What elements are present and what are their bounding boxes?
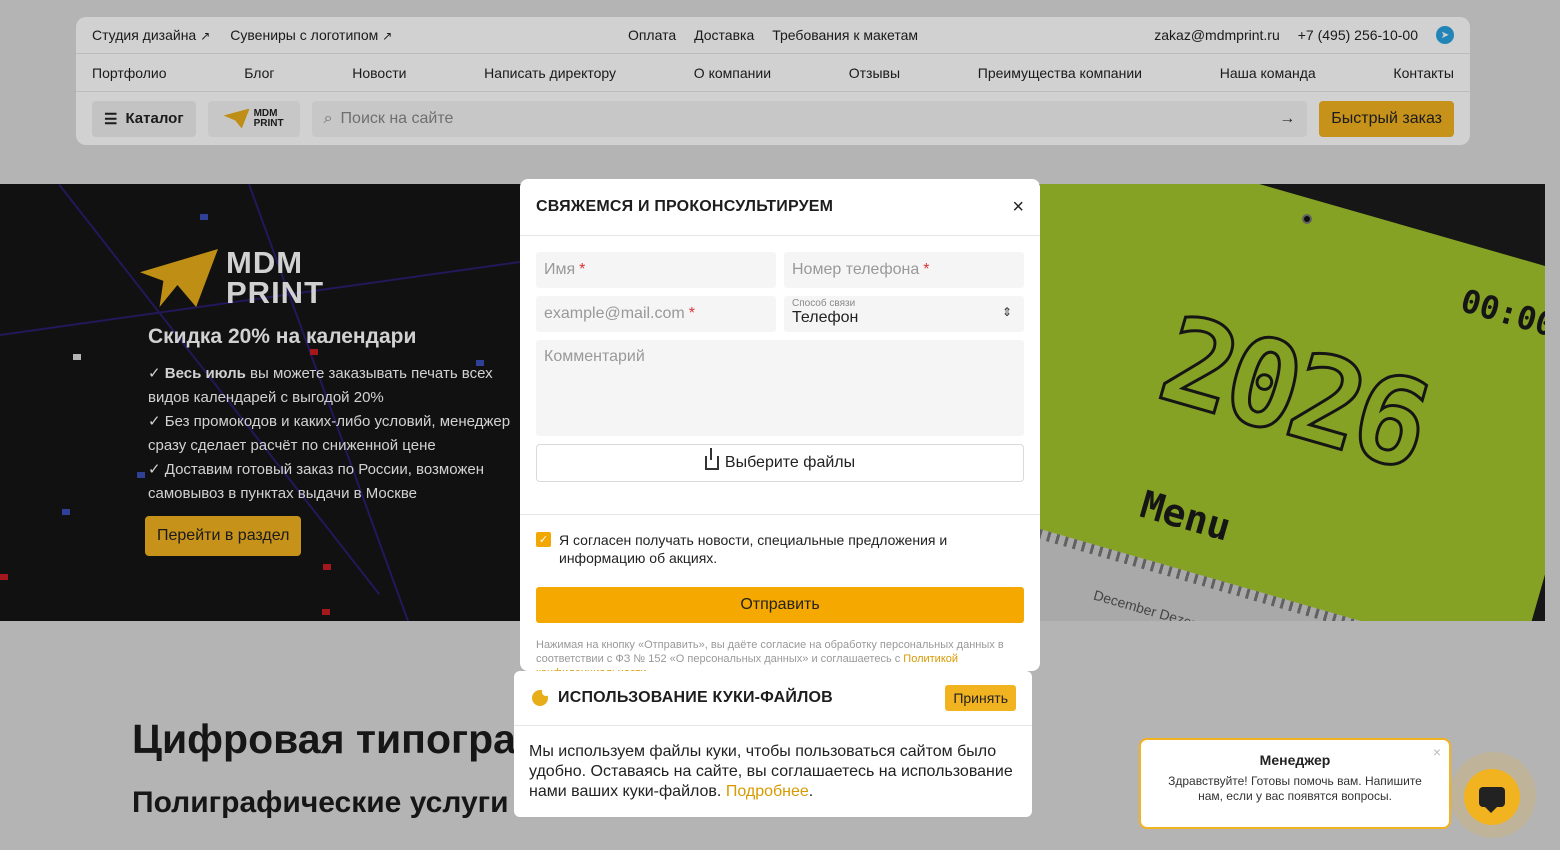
- arrow-right-icon[interactable]: →: [1279, 110, 1295, 128]
- header-top-row: Студия дизайна ↗ Сувениры с логотипом ↗ Оп…: [76, 17, 1470, 54]
- cookie-title: ИСПОЛЬЗОВАНИЕ КУКИ-ФАЙЛОВ: [558, 689, 833, 706]
- search-placeholder: Поиск на сайте: [340, 109, 454, 127]
- quick-order-button[interactable]: Быстрый заказ: [1319, 100, 1454, 137]
- promo-title: Скидка 20% на календари: [148, 325, 417, 348]
- decorative-pixel: [137, 472, 145, 478]
- nav-item-news[interactable]: Новости: [352, 65, 406, 81]
- decorative-pixel: [0, 574, 8, 580]
- modal-title: СВЯЖЕМСЯ И ПРОКОНСУЛЬТИРУЕМ: [536, 198, 834, 215]
- close-icon[interactable]: ×: [1433, 744, 1441, 760]
- chat-message: Здравствуйте! Готовы помочь вам. Напишит…: [1168, 774, 1422, 803]
- telegram-icon[interactable]: ➤: [1436, 26, 1454, 44]
- promo-line: ✓ Весь июль вы можете заказывать печать …: [148, 365, 493, 406]
- phone-field[interactable]: Номер телефона *: [784, 252, 1024, 288]
- chat-bubble-icon: [1479, 787, 1505, 813]
- search-input[interactable]: ⌕ Поиск на сайте →: [311, 100, 1308, 137]
- header-logo[interactable]: MDM PRINT: [207, 100, 300, 137]
- name-field[interactable]: Имя *: [536, 252, 776, 288]
- souvenirs-link[interactable]: Сувениры с логотипом ↗: [230, 27, 392, 43]
- promo-line: ✓ Без промокодов и каких-либо условий, м…: [148, 413, 511, 454]
- header-search-row: ☰ Каталог MDM PRINT ⌕ Поиск на сайте → Бы…: [76, 92, 1470, 145]
- calendar-hanger-hole: [1302, 214, 1312, 224]
- email-link[interactable]: zakaz@mdmprint.ru: [1154, 27, 1279, 43]
- layout-requirements-link[interactable]: Требования к макетам: [772, 27, 918, 43]
- external-arrow-icon: ↗: [200, 29, 211, 43]
- external-arrow-icon: ↗: [382, 29, 393, 43]
- choose-files-button[interactable]: Выберите файлы: [536, 444, 1024, 482]
- cookie-text: Мы используем файлы куки, чтобы пользова…: [529, 743, 1013, 800]
- nav-item-advantages[interactable]: Преимущества компании: [978, 65, 1142, 81]
- promo-description: ✓ Весь июль вы можете заказывать печать …: [148, 362, 528, 506]
- nav-item-blog[interactable]: Блог: [244, 65, 274, 81]
- catalog-button[interactable]: ☰ Каталог: [92, 100, 196, 137]
- delivery-link[interactable]: Доставка: [694, 27, 754, 43]
- promo-line: ✓ Доставим готовый заказ по России, возм…: [148, 461, 485, 502]
- comment-textarea[interactable]: Комментарий: [536, 340, 1024, 436]
- close-icon[interactable]: ×: [1012, 196, 1024, 219]
- nav-item-portfolio[interactable]: Портфолио: [92, 65, 167, 81]
- nav-item-team[interactable]: Наша команда: [1220, 65, 1316, 81]
- chat-manager-name: Менеджер: [1259, 752, 1331, 768]
- cookie-more-link[interactable]: Подробнее: [726, 783, 809, 800]
- decorative-pixel: [200, 214, 208, 220]
- decorative-pixel: [310, 349, 318, 355]
- main-nav: Портфолио Блог Новости Написать директор…: [76, 54, 1470, 92]
- paper-plane-logo-icon: [140, 249, 218, 307]
- design-studio-link[interactable]: Студия дизайна ↗: [92, 27, 210, 43]
- consent-row: ✓ Я согласен получать новости, специальн…: [536, 531, 1024, 567]
- cookie-icon: [532, 688, 550, 706]
- accept-cookies-button[interactable]: Принять: [945, 685, 1016, 711]
- consent-checkbox[interactable]: ✓: [536, 532, 551, 547]
- email-field[interactable]: example@mail.com *: [536, 296, 776, 332]
- nav-item-write-director[interactable]: Написать директору: [484, 65, 616, 81]
- decorative-pixel: [323, 564, 331, 570]
- menu-icon: ☰: [104, 110, 118, 128]
- contact-method-select[interactable]: Способ связи Телефон ⇕: [784, 296, 1024, 332]
- banner-logo: MDM PRINT: [140, 247, 324, 308]
- chat-greeting-card[interactable]: × Менеджер Здравствуйте! Готовы помочь в…: [1139, 738, 1451, 829]
- submit-button[interactable]: Отправить: [536, 587, 1024, 623]
- decorative-pixel: [322, 609, 330, 615]
- consent-label: Я согласен получать новости, специальные…: [559, 532, 948, 566]
- go-to-section-button[interactable]: Перейти в раздел: [145, 516, 302, 556]
- consultation-modal: СВЯЖЕМСЯ И ПРОКОНСУЛЬТИРУЕМ × Имя * Номер…: [520, 179, 1040, 679]
- site-header: Студия дизайна ↗ Сувениры с логотипом ↗ Оп…: [76, 17, 1470, 145]
- nav-item-reviews[interactable]: Отзывы: [849, 65, 900, 81]
- cookie-banner: ИСПОЛЬЗОВАНИЕ КУКИ-ФАЙЛОВ Принять Мы исп…: [514, 671, 1032, 817]
- decorative-pixel: [73, 354, 81, 360]
- search-icon: ⌕: [323, 109, 333, 127]
- contact-method-caption: Способ связи: [792, 298, 856, 309]
- payment-link[interactable]: Оплата: [628, 27, 676, 43]
- upload-icon: [704, 448, 719, 470]
- nav-item-about[interactable]: О компании: [694, 65, 771, 81]
- chat-button[interactable]: [1464, 769, 1520, 825]
- section-title: Полиграфические услуги: [132, 786, 509, 819]
- nav-item-contacts[interactable]: Контакты: [1393, 65, 1453, 81]
- paper-plane-logo-icon: [223, 108, 250, 129]
- contact-method-value: Телефон: [792, 309, 859, 326]
- phone-link[interactable]: +7 (495) 256-10-00: [1298, 27, 1418, 43]
- select-updown-icon: ⇕: [1001, 305, 1012, 319]
- calendar-image: 00:00 2026 Menu December Dezember: [1040, 184, 1545, 621]
- decorative-pixel: [62, 509, 70, 515]
